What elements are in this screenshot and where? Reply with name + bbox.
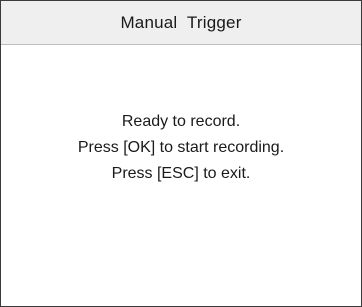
- status-message: Ready to record. Press [OK] to start rec…: [1, 109, 361, 187]
- screen-title: Manual Trigger: [120, 12, 242, 32]
- ready-message-line: Ready to record.: [121, 113, 241, 130]
- title-bar: Manual Trigger: [1, 1, 361, 45]
- manual-trigger-screen: Manual Trigger Ready to record. Press [O…: [0, 0, 362, 307]
- ok-instruction-line: Press [OK] to start recording.: [77, 139, 285, 156]
- esc-instruction-line: Press [ESC] to exit.: [111, 165, 251, 182]
